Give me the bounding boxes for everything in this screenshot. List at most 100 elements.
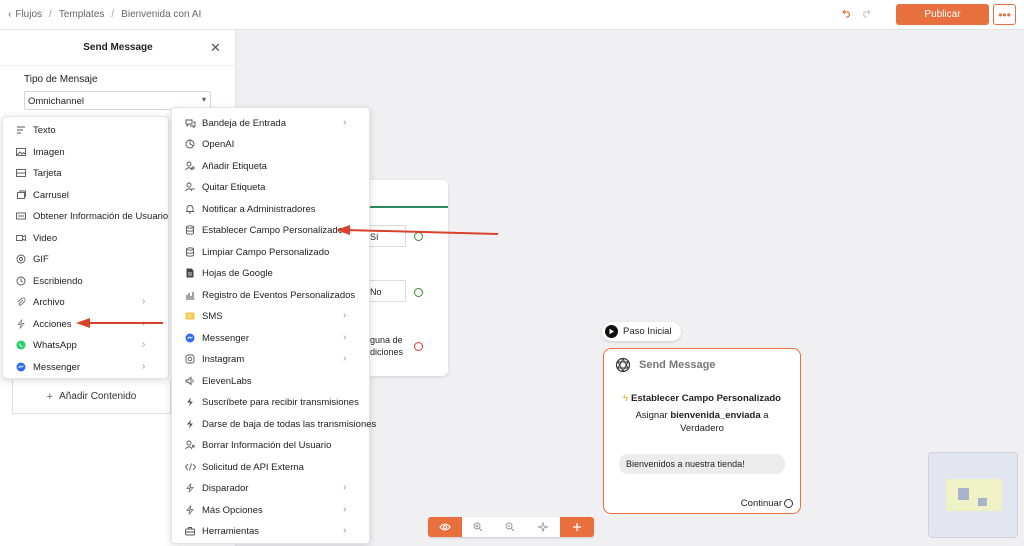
action-item-anadir-etiqueta[interactable]: Añadir Etiqueta	[172, 156, 369, 176]
continue-label: Continuar	[740, 498, 782, 509]
continue-connector[interactable]	[784, 499, 793, 508]
add-content-label: Añadir Contenido	[59, 391, 137, 402]
chevron-right-icon: ›	[343, 504, 347, 515]
undo-icon[interactable]	[842, 8, 852, 18]
node-action: ϟ Establecer Campo Personalizado	[623, 393, 781, 404]
option-none-connector[interactable]	[414, 342, 423, 351]
node-message-bubble[interactable]: Bienvenidos a nuestra tienda!	[619, 454, 785, 474]
action-item-establecer-campo[interactable]: Establecer Campo Personalizado	[172, 220, 369, 240]
option-no[interactable]: No	[370, 280, 406, 302]
menu-item-gif[interactable]: GIF	[3, 249, 168, 269]
remove-tag-icon	[184, 181, 196, 193]
preview-eye-icon[interactable]	[428, 517, 462, 537]
google-sheets-icon	[184, 267, 196, 279]
auto-layout-icon[interactable]	[526, 517, 560, 537]
panel-header: Send Message ✕	[0, 30, 236, 66]
action-item-disparador[interactable]: Disparador ›	[172, 478, 369, 498]
condition-node[interactable]: Sí No guna de diciones	[370, 180, 448, 376]
action-item-borrar-informacion[interactable]: Borrar Información del Usuario	[172, 435, 369, 455]
action-item-suscribete[interactable]: Suscríbete para recibir transmisiones	[172, 392, 369, 412]
undo-redo-group	[842, 8, 871, 18]
inbox-icon	[184, 117, 196, 129]
option-none-label: guna de diciones	[370, 335, 404, 357]
send-message-node[interactable]: Send Message ϟ Establecer Campo Personali…	[603, 348, 801, 514]
chevron-right-icon: ›	[343, 332, 347, 343]
add-step-plus-icon[interactable]	[560, 517, 594, 537]
node-type-icon	[615, 357, 631, 376]
bolt-icon: ϟ	[623, 393, 629, 404]
start-step-label: Paso Inicial	[623, 326, 672, 337]
canvas-toolbar	[428, 517, 594, 537]
chevron-right-icon: ›	[343, 525, 347, 536]
menu-item-acciones[interactable]: Acciones ›	[3, 314, 168, 334]
code-icon	[184, 461, 196, 473]
action-item-herramientas[interactable]: Herramientas ›	[172, 521, 369, 541]
node-title: Send Message	[639, 359, 716, 371]
menu-item-video[interactable]: Video	[3, 228, 168, 248]
top-bar: ‹ Flujos / Templates / Bienvenida con AI…	[0, 0, 1024, 30]
chart-icon	[184, 289, 196, 301]
plus-icon: +	[46, 390, 54, 403]
action-item-darse-de-baja[interactable]: Darse de baja de todas las transmisiones	[172, 414, 376, 434]
audio-icon	[184, 375, 196, 387]
messenger-icon	[15, 361, 27, 373]
paperclip-icon	[15, 296, 27, 308]
breadcrumb-item-flujos[interactable]: Flujos	[15, 9, 42, 20]
action-item-messenger[interactable]: Messenger ›	[172, 328, 369, 348]
zoom-in-icon[interactable]	[462, 517, 494, 537]
option-no-connector[interactable]	[414, 288, 423, 297]
action-item-bandeja[interactable]: Bandeja de Entrada ›	[172, 113, 369, 133]
minimap[interactable]	[928, 452, 1018, 538]
chevron-left-icon[interactable]: ‹	[8, 9, 11, 20]
action-item-hojas-google[interactable]: Hojas de Google	[172, 263, 369, 283]
action-item-openai[interactable]: OpenAI	[172, 134, 369, 154]
redo-icon[interactable]	[861, 8, 871, 18]
chevron-right-icon: ›	[142, 339, 146, 350]
publish-button[interactable]: Publicar	[896, 4, 989, 25]
action-item-instagram[interactable]: Instagram ›	[172, 349, 369, 369]
menu-item-messenger[interactable]: Messenger ›	[3, 357, 168, 377]
chevron-right-icon: ›	[142, 361, 146, 372]
breadcrumb-item-templates[interactable]: Templates	[59, 9, 105, 20]
action-item-mas-opciones[interactable]: Más Opciones ›	[172, 500, 369, 520]
typing-icon	[15, 275, 27, 287]
menu-item-archivo[interactable]: Archivo ›	[3, 292, 168, 312]
bolt-icon	[184, 482, 196, 494]
menu-item-texto[interactable]: Texto	[3, 120, 168, 140]
add-tag-icon	[184, 160, 196, 172]
breadcrumb-item-current: Bienvenida con AI	[121, 9, 202, 20]
minimap-viewport[interactable]	[946, 479, 1002, 511]
action-item-elevenlabs[interactable]: ElevenLabs	[172, 371, 369, 391]
sms-icon	[184, 310, 196, 322]
menu-item-whatsapp[interactable]: WhatsApp ›	[3, 335, 168, 355]
chevron-right-icon: ›	[343, 117, 347, 128]
menu-item-carrusel[interactable]: Carrusel	[3, 185, 168, 205]
zoom-out-icon[interactable]	[494, 517, 526, 537]
action-item-api-externa[interactable]: Solicitud de API Externa	[172, 457, 369, 477]
close-icon[interactable]: ✕	[210, 41, 221, 54]
action-item-registro-eventos[interactable]: Registro de Eventos Personalizados	[172, 285, 369, 305]
add-content-button[interactable]: + Añadir Contenido	[12, 380, 171, 414]
more-options-button[interactable]: •••	[993, 4, 1016, 25]
option-yes[interactable]: Sí	[370, 225, 406, 247]
action-item-limpiar-campo[interactable]: Limpiar Campo Personalizado	[172, 242, 369, 262]
video-icon	[15, 232, 27, 244]
breadcrumb: ‹ Flujos / Templates / Bienvenida con AI	[8, 9, 201, 20]
bolt-icon	[184, 418, 196, 430]
action-item-quitar-etiqueta[interactable]: Quitar Etiqueta	[172, 177, 369, 197]
menu-item-tarjeta[interactable]: Tarjeta	[3, 163, 168, 183]
node-description: Asignar bienvenida_enviada a Verdadero	[635, 410, 769, 434]
action-item-sms[interactable]: SMS ›	[172, 306, 369, 326]
bolt-icon	[184, 396, 196, 408]
menu-item-imagen[interactable]: Imagen	[3, 142, 168, 162]
chevron-right-icon: ›	[142, 318, 146, 329]
menu-item-obtener-informacion[interactable]: Obtener Información de Usuario	[3, 206, 168, 226]
card-icon	[15, 167, 27, 179]
option-yes-connector[interactable]	[414, 232, 423, 241]
openai-icon	[184, 138, 196, 150]
start-step-pill[interactable]: Paso Inicial	[602, 322, 681, 341]
chevron-down-icon: ▾	[201, 95, 206, 104]
play-icon	[605, 325, 618, 338]
action-item-notificar[interactable]: Notificar a Administradores	[172, 199, 369, 219]
menu-item-escribiendo[interactable]: Escribiendo	[3, 271, 168, 291]
